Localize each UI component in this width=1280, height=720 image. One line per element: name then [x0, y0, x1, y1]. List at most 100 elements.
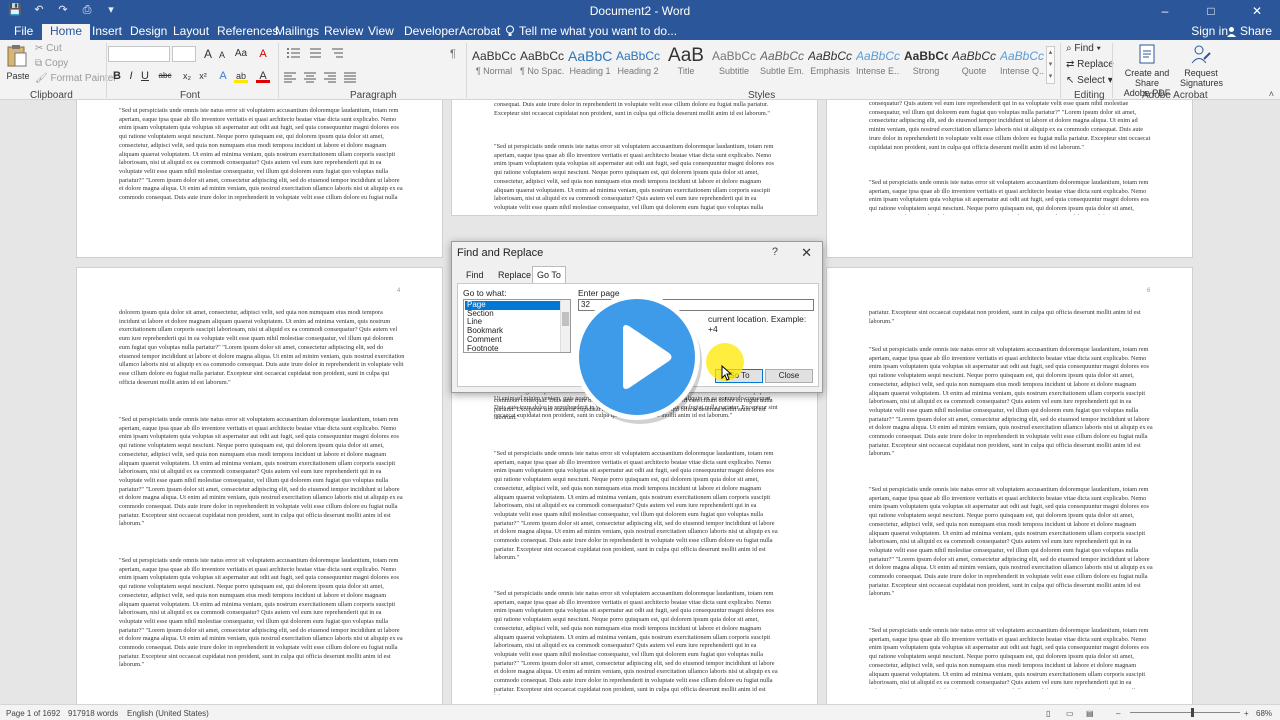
styles-scroll[interactable]: ▴ ▾ ▾ [1046, 46, 1055, 84]
text-effects-button[interactable]: A [216, 69, 230, 83]
share-label: Share [1239, 24, 1272, 38]
paste-button[interactable]: Paste [6, 44, 30, 88]
italic-button[interactable]: I [124, 69, 138, 83]
highlight-button[interactable]: ab [234, 69, 248, 83]
style-sample: AaB [668, 46, 704, 66]
paragraph-buttons[interactable] [284, 46, 454, 86]
change-case-button[interactable]: Aa [232, 47, 250, 61]
style-emphasis[interactable]: AaBbCcDc Emphasis [808, 46, 852, 84]
style-title[interactable]: AaB Title [664, 46, 708, 84]
grow-font-button[interactable]: A [201, 47, 215, 61]
paragraph: "Sed ut perspiciatis unde omnis iste nat… [494, 590, 778, 695]
close-button[interactable]: Close [765, 369, 813, 383]
style-strong[interactable]: AaBbCcDc Strong [904, 46, 948, 84]
font-name-box[interactable] [108, 46, 170, 62]
style-heading-2[interactable]: AaBbCcC Heading 2 [616, 46, 660, 84]
style-name: Subtitle [718, 66, 750, 76]
close-window-button[interactable]: ✕ [1234, 0, 1280, 22]
paragraph: "Sed ut perspiciatis unde omnis iste nat… [869, 627, 1149, 689]
ribbon-tabs: File Home Insert Design Layout Reference… [0, 22, 1280, 40]
bold-button[interactable]: B [110, 69, 124, 83]
zoom-thumb[interactable] [1190, 708, 1194, 717]
subscript-button[interactable]: x₂ [180, 69, 194, 83]
cut-label: Cut [46, 43, 62, 54]
sign-in-link[interactable]: Sign in [1191, 24, 1228, 38]
status-bar: Page 1 of 1692 917918 words English (Uni… [0, 704, 1280, 720]
list-scrollbar[interactable] [560, 300, 570, 352]
style-no-spacing[interactable]: AaBbCcDc ¶ No Spac... [520, 46, 564, 84]
zoom-in-icon[interactable]: + [1244, 709, 1249, 718]
web-layout-icon[interactable]: ▤ [1086, 709, 1094, 718]
help-button[interactable]: ? [772, 246, 778, 258]
style-sample: AaBbCcDc [904, 49, 948, 63]
copy-button[interactable]: ⧉ Copy [35, 58, 68, 69]
paragraph: "Sed ut perspiciatis unde omnis iste nat… [119, 557, 403, 669]
collapse-ribbon-icon[interactable]: ˄ [1269, 89, 1274, 99]
tab-acrobat[interactable]: Acrobat [451, 24, 508, 40]
style-sample: AaBbCcDc [1000, 49, 1044, 63]
style-intense-quote[interactable]: AaBbCcDc Intense Q... [1000, 46, 1044, 84]
paste-icon [7, 45, 27, 67]
go-to-what-label: Go to what: [463, 288, 507, 298]
language[interactable]: English (United States) [127, 709, 209, 718]
tab-home[interactable]: Home [42, 24, 91, 40]
zoom-level[interactable]: 68% [1256, 709, 1272, 718]
shrink-font-button[interactable]: A [215, 48, 229, 62]
superscript-button[interactable]: x² [196, 69, 210, 83]
maximize-button[interactable]: □ [1188, 0, 1234, 22]
dialog-close-button[interactable]: ✕ [801, 245, 812, 261]
tell-me-box[interactable]: Tell me what you want to do... [505, 24, 677, 38]
brush-icon: 🖌 [35, 73, 48, 84]
request-signatures-button[interactable]: Request Signatures [1180, 43, 1223, 88]
underline-button[interactable]: U [138, 69, 152, 83]
style-subtitle[interactable]: AaBbCcD Subtitle [712, 46, 756, 84]
style-normal[interactable]: AaBbCcDc ¶ Normal [472, 46, 516, 84]
style-quote[interactable]: AaBbCcDc Quote [952, 46, 996, 84]
select-button[interactable]: ↖ Select ▾ [1066, 75, 1113, 86]
style-intense-emphasis[interactable]: AaBbCcDc Intense E... [856, 46, 900, 84]
style-name: ¶ Normal [475, 66, 513, 76]
tab-replace[interactable]: Replace [494, 267, 535, 283]
tab-file[interactable]: File [6, 24, 41, 40]
font-size-box[interactable] [172, 46, 196, 62]
share-button[interactable]: Share [1226, 24, 1272, 38]
minimize-button[interactable]: – [1142, 0, 1188, 22]
scroll-thumb[interactable] [562, 312, 569, 326]
tab-go-to[interactable]: Go To [532, 266, 566, 284]
clear-formatting-button[interactable]: A [256, 47, 270, 61]
find-button[interactable]: ⌕ Find ▾ [1066, 43, 1101, 54]
play-button[interactable] [574, 294, 700, 420]
page: consequat. Duis aute irure dolor in repr… [451, 100, 818, 216]
font-color-button[interactable]: A [256, 69, 270, 83]
show-marks-button[interactable]: ¶ [446, 47, 460, 61]
paragraph: "Sed ut perspiciatis unde omnis iste nat… [869, 179, 1149, 215]
cursor-arrow-icon: ↖ [1066, 75, 1075, 86]
list-item[interactable]: Footnote [465, 344, 560, 354]
paragraph: "Sed ut perspiciatis unde omnis iste nat… [494, 450, 778, 562]
style-sample: AaBbCcDc [520, 49, 564, 63]
cut-button[interactable]: ✂ Cut [35, 43, 62, 54]
select-label: Select [1077, 75, 1105, 86]
style-subtle-emphasis[interactable]: AaBbCcDc Subtle Em... [760, 46, 804, 84]
word-count[interactable]: 917918 words [68, 709, 118, 718]
divider [278, 43, 279, 98]
tab-find[interactable]: Find [462, 267, 488, 283]
zoom-out-icon[interactable]: – [1116, 709, 1120, 718]
format-painter-button[interactable]: 🖌 Format Painter [35, 73, 117, 84]
paragraph: pariatur. Excepteur sint occaecat cupida… [869, 309, 1141, 325]
go-to-what-list[interactable]: Page Section Line Bookmark Comment Footn… [463, 299, 571, 353]
page-number-mark: 4 [397, 288, 401, 294]
copy-icon: ⧉ [35, 58, 43, 69]
paragraph: consequat. Duis aute irure dolor in repr… [494, 101, 770, 117]
replace-button[interactable]: ⇄ Replace [1066, 59, 1114, 70]
print-layout-icon[interactable]: ▭ [1066, 709, 1074, 718]
zoom-slider[interactable] [1130, 712, 1240, 713]
style-name: Heading 1 [569, 66, 611, 76]
divider [1112, 43, 1113, 98]
style-name: Strong [912, 66, 940, 76]
page-count[interactable]: Page 1 of 1692 [6, 709, 60, 718]
paragraph: "Sed ut perspiciatis unde omnis iste nat… [869, 486, 1153, 598]
style-heading-1[interactable]: AaBbCc Heading 1 [568, 46, 612, 84]
strikethrough-button[interactable]: abc [156, 69, 174, 83]
read-mode-icon[interactable]: ▯ [1046, 709, 1050, 718]
